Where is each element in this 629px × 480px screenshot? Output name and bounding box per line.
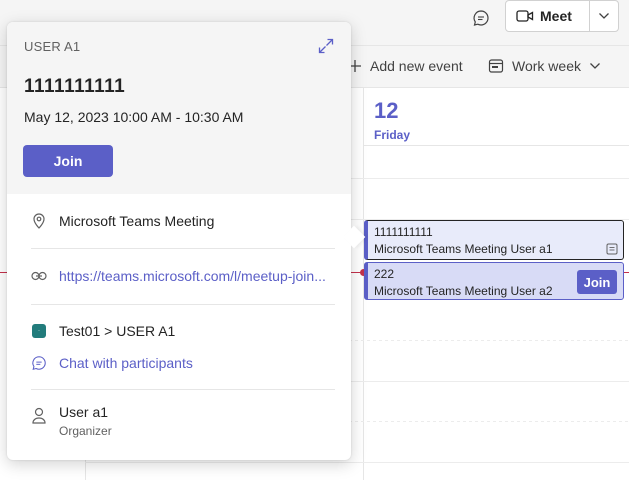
calendar-event[interactable]: 222 Microsoft Teams Meeting User a2 Join [364, 262, 624, 300]
day-name: Friday [374, 128, 411, 142]
view-selector[interactable]: Work week [488, 58, 601, 74]
organizer-role: Organizer [59, 424, 112, 438]
add-new-event-button[interactable]: Add new event [348, 58, 463, 74]
add-new-event-label: Add new event [370, 58, 463, 74]
meeting-channel[interactable]: · Test01 > USER A1 [31, 323, 175, 339]
video-camera-icon [516, 10, 534, 22]
view-selector-label: Work week [512, 58, 581, 74]
meeting-time: May 12, 2023 10:00 AM - 10:30 AM [24, 109, 244, 125]
event-title: 1111111111 [374, 225, 433, 239]
chat-bubble-icon [32, 356, 46, 370]
calendar-view-icon [488, 59, 504, 73]
meeting-details-card: USER A1 1111111111 May 12, 2023 10:00 AM… [7, 22, 366, 460]
chat-with-participants-label[interactable]: Chat with participants [59, 355, 193, 371]
chat-bubble-icon [473, 10, 489, 26]
person-icon [32, 407, 46, 424]
channel-text: Test01 > USER A1 [59, 323, 176, 339]
chevron-down-icon [590, 63, 600, 69]
meeting-organizer: User a1 Organizer [31, 404, 112, 438]
meeting-link[interactable]: https://teams.microsoft.com/l/meetup-joi… [31, 268, 326, 284]
link-icon [31, 271, 47, 281]
grid-line [85, 462, 629, 463]
meeting-location: Microsoft Teams Meeting [31, 213, 214, 229]
location-pin-icon [33, 213, 45, 229]
event-subtitle: Microsoft Teams Meeting User a1 [374, 242, 553, 256]
meeting-link-text[interactable]: https://teams.microsoft.com/l/meetup-joi… [59, 268, 326, 284]
divider [31, 248, 335, 249]
location-text: Microsoft Teams Meeting [59, 213, 215, 229]
meeting-notes-icon [606, 243, 618, 255]
organizer-name: User a1 [59, 404, 109, 420]
meet-button-group: Meet [505, 0, 619, 32]
team-avatar-icon: · [32, 324, 46, 338]
meet-label: Meet [540, 8, 572, 24]
meeting-title: 1111111111 [24, 76, 126, 97]
meet-button[interactable]: Meet [506, 1, 590, 31]
meet-dropdown[interactable] [590, 1, 618, 31]
day-header: 12 Friday [363, 88, 629, 146]
chevron-down-icon [599, 13, 609, 19]
divider [31, 304, 335, 305]
calendar-event[interactable]: 1111111111 Microsoft Teams Meeting User … [364, 220, 624, 260]
expand-icon[interactable] [318, 38, 334, 54]
chat-with-participants[interactable]: Chat with participants [31, 355, 193, 371]
divider [31, 389, 335, 390]
event-join-button[interactable]: Join [577, 270, 617, 294]
day-number: 12 [374, 98, 399, 123]
join-button[interactable]: Join [23, 145, 113, 177]
chat-button[interactable] [469, 6, 493, 30]
organizer-header: USER A1 [24, 39, 81, 54]
